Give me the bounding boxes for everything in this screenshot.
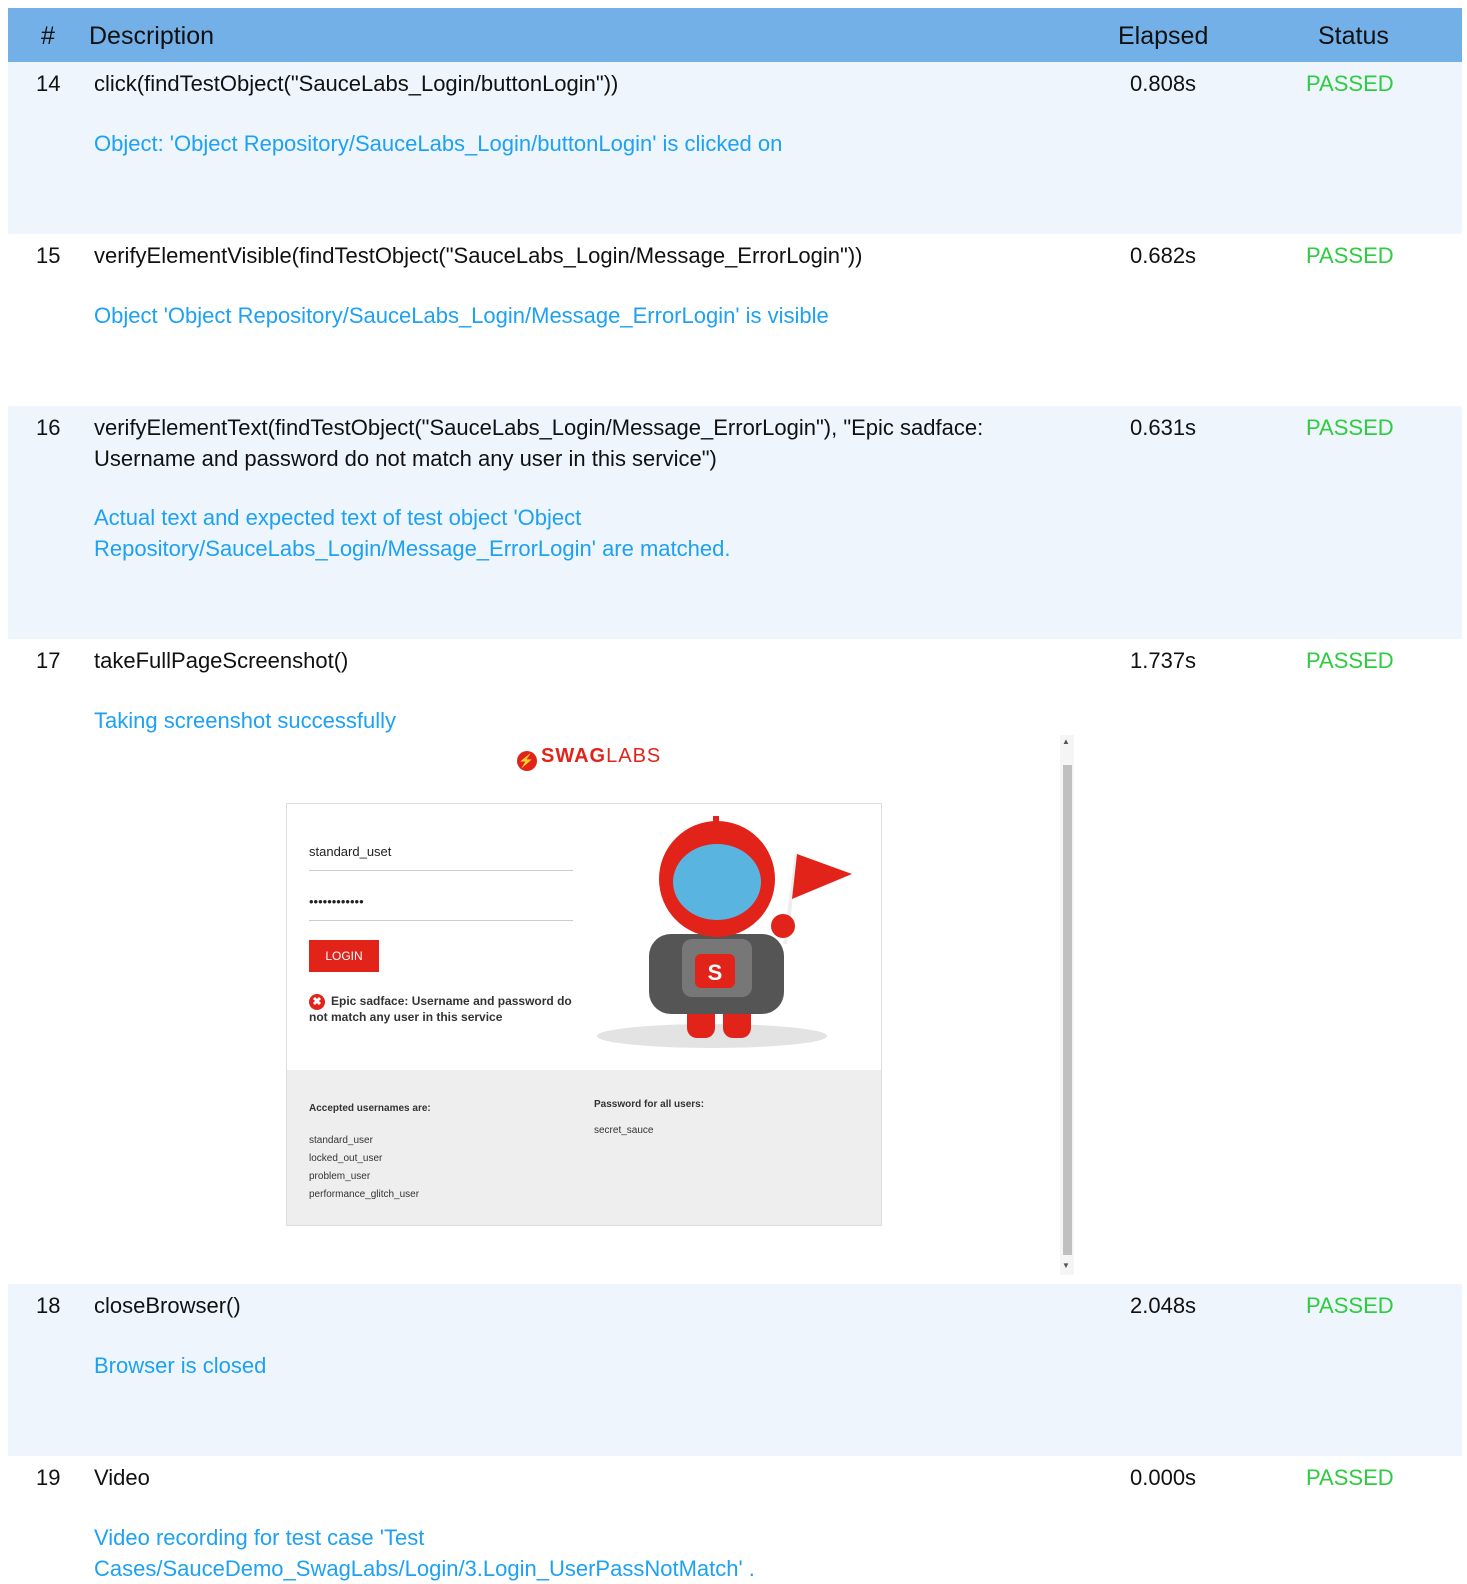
step-status: PASSED	[1306, 71, 1394, 96]
step-elapsed: 0.631s	[1130, 415, 1197, 440]
password-field: ••••••••••••	[309, 894, 573, 921]
password-heading: Password for all users:	[594, 1099, 705, 1110]
username-item: performance_glitch_user	[309, 1189, 420, 1200]
step-number: 15	[36, 243, 61, 268]
step-status: PASSED	[1306, 243, 1394, 268]
header-status: Status	[1318, 22, 1389, 50]
table-header: # Description Elapsed Status	[8, 8, 1462, 62]
step-message: Video recording for test case 'Test Case…	[94, 1525, 755, 1581]
header-number: #	[41, 22, 55, 50]
credentials-panel: Accepted usernames are: standard_user lo…	[287, 1070, 881, 1225]
step-status: PASSED	[1306, 648, 1394, 673]
table-row: 16 verifyElementText(findTestObject("Sau…	[8, 406, 1462, 639]
username-item: standard_user	[309, 1135, 373, 1146]
scrollbar[interactable]: ▲ ▼	[1060, 735, 1074, 1275]
table-row: 18 closeBrowser() 2.048s PASSED Browser …	[8, 1284, 1462, 1456]
scroll-up-icon[interactable]: ▲	[1062, 737, 1070, 746]
username-item: locked_out_user	[309, 1153, 383, 1164]
step-message: Taking screenshot successfully	[94, 708, 397, 733]
step-elapsed: 0.682s	[1130, 243, 1197, 268]
svg-text:S: S	[708, 960, 723, 985]
scroll-thumb[interactable]	[1063, 765, 1072, 1255]
step-description: takeFullPageScreenshot()	[94, 648, 349, 673]
step-description: verifyElementText(findTestObject("SauceL…	[94, 415, 984, 471]
step-elapsed: 0.808s	[1130, 71, 1197, 96]
step-description: verifyElementVisible(findTestObject("Sau…	[94, 243, 863, 268]
step-message: Actual text and expected text of test ob…	[94, 505, 731, 561]
step-status: PASSED	[1306, 1293, 1394, 1318]
header-description: Description	[89, 22, 215, 50]
scroll-down-icon[interactable]: ▼	[1062, 1261, 1070, 1270]
step-description: click(findTestObject("SauceLabs_Login/bu…	[94, 71, 619, 96]
bolt-icon: ⚡	[517, 751, 537, 771]
step-elapsed: 2.048s	[1130, 1293, 1197, 1318]
step-description: closeBrowser()	[94, 1293, 241, 1318]
step-message: Object: 'Object Repository/SauceLabs_Log…	[94, 131, 783, 156]
step-status: PASSED	[1306, 415, 1394, 440]
error-icon: ✖	[309, 994, 325, 1010]
accepted-usernames-heading: Accepted usernames are:	[309, 1103, 431, 1114]
step-message: Object 'Object Repository/SauceLabs_Logi…	[94, 303, 829, 328]
username-field: standard_uset	[309, 844, 573, 871]
step-message: Browser is closed	[94, 1353, 267, 1378]
step-number: 14	[36, 71, 61, 96]
step-number: 16	[36, 415, 61, 440]
header-elapsed: Elapsed	[1118, 22, 1209, 50]
step-description: Video	[94, 1465, 150, 1490]
error-message: ✖ Epic sadface: Username and password do …	[309, 994, 572, 1024]
step-number: 18	[36, 1293, 61, 1318]
login-button: LOGIN	[309, 940, 379, 972]
table-row: 15 verifyElementVisible(findTestObject("…	[8, 234, 1462, 406]
step-elapsed: 0.000s	[1130, 1465, 1197, 1490]
table-row: 19 Video 0.000s PASSED Video recording f…	[8, 1456, 1462, 1581]
step-number: 19	[36, 1465, 61, 1490]
password-hint: secret_sauce	[594, 1125, 654, 1136]
table-row: 14 click(findTestObject("SauceLabs_Login…	[8, 62, 1462, 234]
embedded-screenshot: ⚡ SWAGLABS standard_uset •••••••••••• LOG…	[90, 735, 1080, 1280]
step-number: 17	[36, 648, 61, 673]
step-status: PASSED	[1306, 1465, 1394, 1490]
login-box: standard_uset •••••••••••• LOGIN ✖ Epic s…	[286, 803, 882, 1226]
username-item: problem_user	[309, 1171, 371, 1182]
mascot-illustration: S	[597, 816, 852, 1048]
swaglabs-logo: ⚡ SWAGLABS	[517, 745, 661, 771]
table-row: 17 takeFullPageScreenshot() 1.737s PASSE…	[8, 639, 1462, 1284]
step-elapsed: 1.737s	[1130, 648, 1197, 673]
